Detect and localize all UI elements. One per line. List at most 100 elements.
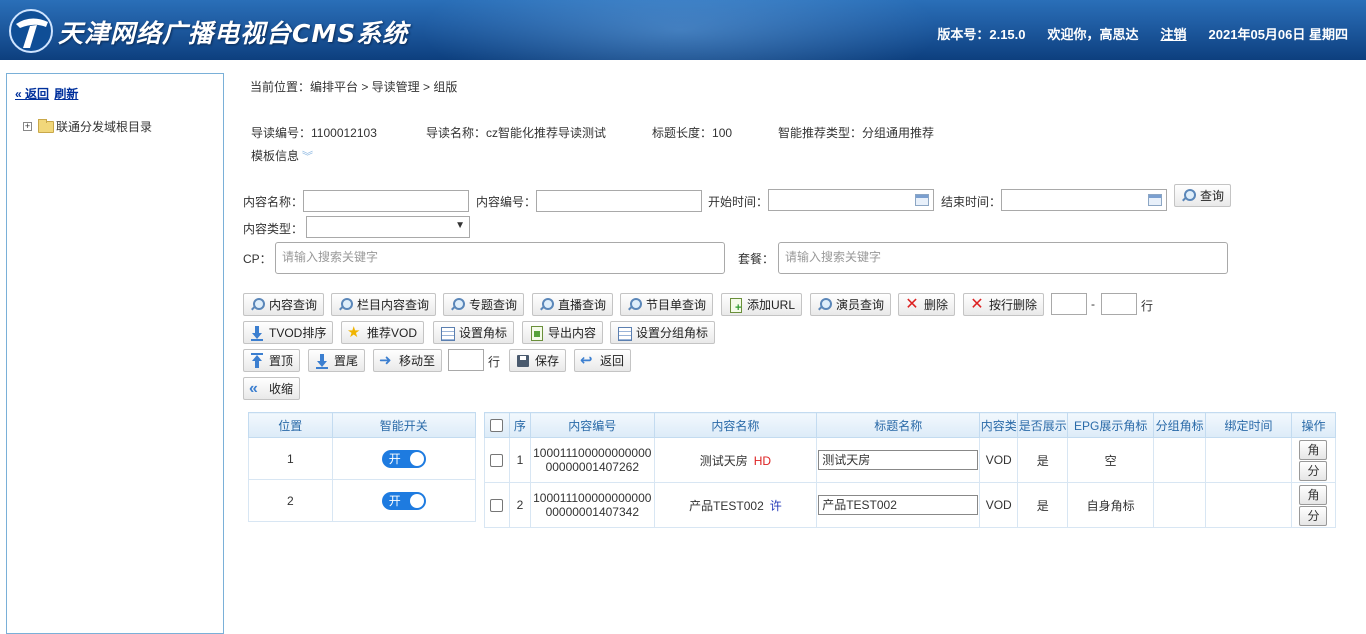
- title-name-input[interactable]: 产品TEST002: [818, 495, 979, 515]
- end-time-input[interactable]: [1001, 189, 1167, 211]
- button-label: 移动至: [399, 354, 436, 368]
- content-name-text: 产品TEST002: [689, 498, 764, 513]
- row-to-input[interactable]: [1101, 293, 1137, 315]
- move-bottom-icon: [314, 353, 330, 369]
- seq-cell: 2: [508, 482, 531, 528]
- template-info-toggle[interactable]: 模板信息 ︾: [251, 147, 313, 164]
- content-name-text: 测试天房: [699, 453, 748, 468]
- collapse-button[interactable]: « 收缩: [243, 377, 301, 400]
- version-label: 版本号：2.15.0: [937, 27, 1026, 42]
- calendar-icon[interactable]: [915, 194, 929, 206]
- button-label: 节目单查询: [646, 298, 707, 312]
- topic-query-button[interactable]: 专题查询: [443, 293, 525, 316]
- back-arrow-icon: ↩: [580, 351, 593, 369]
- calendar-icon[interactable]: [1148, 194, 1162, 206]
- button-label: 置尾: [334, 354, 359, 368]
- recommend-vod-button[interactable]: ★ 推荐VOD: [341, 321, 425, 344]
- title-length-value: 100: [712, 126, 733, 140]
- button-label: 收缩: [269, 382, 294, 396]
- badge-icon: [439, 325, 455, 341]
- smart-switch-header: 智能开关: [331, 412, 477, 438]
- refresh-link[interactable]: 刷新: [54, 87, 78, 101]
- start-time-input[interactable]: [768, 189, 934, 211]
- smart-switch-toggle[interactable]: 开: [381, 491, 426, 510]
- logout-link[interactable]: 注销: [1161, 24, 1187, 43]
- badge-op-button[interactable]: 角: [1299, 439, 1328, 460]
- chevron-down-icon[interactable]: ︾: [302, 151, 313, 163]
- search-icon: [249, 297, 265, 313]
- save-button[interactable]: 保存: [509, 349, 567, 372]
- move-to-button[interactable]: ➜ 移动至: [373, 349, 443, 372]
- button-label: 添加URL: [747, 298, 796, 312]
- content-type-label: 内容类型：: [243, 222, 304, 236]
- row-from-input[interactable]: [1051, 293, 1087, 315]
- content-id-label: 内容编号：: [476, 195, 537, 209]
- content-name-input[interactable]: [303, 190, 469, 212]
- set-badge-button[interactable]: 设置角标: [433, 321, 515, 344]
- content-id-cell: 10001110000000000000000001407342: [529, 482, 655, 528]
- rec-type-label: 智能推荐类型：: [778, 126, 863, 140]
- row-checkbox[interactable]: [490, 454, 504, 468]
- set-group-badge-button[interactable]: 设置分组角标: [610, 321, 716, 344]
- move-bottom-button[interactable]: 置尾: [308, 349, 366, 372]
- position-cell: 1: [248, 437, 333, 480]
- star-icon: ★: [347, 323, 361, 341]
- group-op-button[interactable]: 分: [1299, 460, 1328, 481]
- col-header: 是否展示: [1017, 412, 1069, 438]
- smart-switch-toggle[interactable]: 开: [381, 449, 426, 468]
- content-type-cell: VOD: [979, 482, 1019, 528]
- row-checkbox[interactable]: [490, 499, 504, 513]
- content-query-button[interactable]: 内容查询: [243, 293, 325, 316]
- content-type-select[interactable]: ▼: [306, 216, 470, 238]
- save-icon: [515, 353, 531, 369]
- epg-badge-cell: 自身角标: [1067, 482, 1155, 528]
- col-header: EPG展示角标: [1067, 412, 1155, 438]
- button-label: 设置分组角标: [636, 326, 709, 340]
- add-url-button[interactable]: 添加URL: [721, 293, 803, 316]
- guide-info: 导读编号：1100012103 导读名称：cz智能化推荐导读测试 标题长度：10…: [251, 124, 934, 141]
- tree-node-root[interactable]: + 联通分发域根目录: [23, 118, 152, 135]
- live-query-button[interactable]: 直播查询: [532, 293, 614, 316]
- col-header: 序: [508, 412, 531, 438]
- content-id-input[interactable]: [536, 190, 702, 212]
- program-list-query-button[interactable]: 节目单查询: [620, 293, 714, 316]
- expand-icon[interactable]: +: [23, 122, 32, 131]
- position-header: 位置: [248, 412, 333, 438]
- badge-icon: [616, 325, 632, 341]
- delete-button[interactable]: ✕ 删除: [898, 293, 956, 316]
- breadcrumb: 当前位置：编排平台 > 导读管理 > 组版: [250, 80, 458, 94]
- title-length-label: 标题长度：: [652, 126, 713, 140]
- show-cell: 是: [1017, 437, 1069, 483]
- search-icon: [449, 297, 465, 313]
- template-info-label[interactable]: 模板信息: [251, 149, 299, 163]
- search-icon: [337, 297, 353, 313]
- group-op-button[interactable]: 分: [1299, 505, 1328, 526]
- query-button[interactable]: 查询: [1174, 184, 1232, 207]
- title-name-input[interactable]: 测试天房: [818, 450, 979, 470]
- move-top-button[interactable]: 置顶: [243, 349, 301, 372]
- cp-input[interactable]: 请输入搜索关键字: [275, 242, 725, 274]
- chevron-down-icon[interactable]: ▼: [455, 220, 465, 231]
- select-all-checkbox[interactable]: [490, 419, 504, 433]
- sort-down-icon: [249, 325, 265, 341]
- back-link[interactable]: « 返回: [15, 87, 49, 101]
- col-header: 绑定时间: [1205, 412, 1292, 438]
- back-button[interactable]: ↩ 返回: [574, 349, 632, 372]
- actor-query-button[interactable]: 演员查询: [810, 293, 892, 316]
- tvod-sort-button[interactable]: TVOD排序: [243, 321, 334, 344]
- button-label: 内容查询: [269, 298, 318, 312]
- badge-op-button[interactable]: 角: [1299, 484, 1328, 505]
- button-label: 栏目内容查询: [357, 298, 430, 312]
- button-label: 推荐VOD: [367, 326, 418, 340]
- end-time-label: 结束时间：: [941, 195, 1002, 209]
- column-content-query-button[interactable]: 栏目内容查询: [331, 293, 437, 316]
- delete-icon: ✕: [905, 295, 919, 313]
- move-to-row-input[interactable]: [448, 349, 484, 371]
- package-input[interactable]: 请输入搜索关键字: [778, 242, 1228, 274]
- button-label: 专题查询: [469, 298, 518, 312]
- guide-name-label: 导读名称：: [426, 126, 487, 140]
- group-badge-cell: [1153, 482, 1207, 528]
- tree-node-label[interactable]: 联通分发域根目录: [56, 118, 152, 135]
- export-content-button[interactable]: 导出内容: [522, 321, 604, 344]
- delete-by-row-button[interactable]: ✕ 按行删除: [963, 293, 1045, 316]
